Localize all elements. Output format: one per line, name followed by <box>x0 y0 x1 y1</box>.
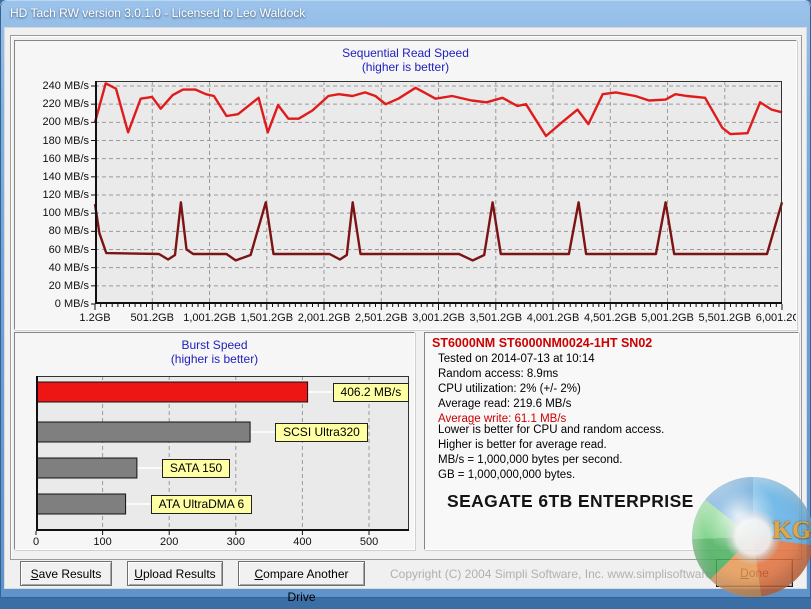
drive-stat-line: Average read: 219.6 MB/s <box>438 398 572 410</box>
drive-stat-line: Tested on 2014-07-13 at 10:14 <box>438 353 595 365</box>
save-results-button[interactable]: Save Results <box>20 561 112 586</box>
burst-bar-label: SCSI Ultra320 <box>275 423 368 442</box>
app-window: { "window": { "title": "HD Tach RW versi… <box>0 0 811 604</box>
chart-note-line: GB = 1,000,000,000 bytes. <box>438 469 576 481</box>
seq-y-tick-label: 60 MB/s <box>48 243 89 256</box>
burst-bar-label: 406.2 MB/s <box>332 383 410 402</box>
chart-note-line: MB/s = 1,000,000 bytes per second. <box>438 454 623 466</box>
chart-note-line: Higher is better for average read. <box>438 439 607 451</box>
drive-stat-line: CPU utilization: 2% (+/- 2%) <box>438 383 581 395</box>
seq-y-tick-label: 200 MB/s <box>42 116 89 129</box>
seq-chart-title: Sequential Read Speed <box>342 46 469 60</box>
burst-speed-chart-panel: Burst Speed (higher is better) 406.2 MB/… <box>14 332 415 550</box>
seq-y-tick-label: 100 MB/s <box>42 207 89 220</box>
sequential-read-plot <box>91 81 784 310</box>
copyright-text: Copyright (C) 2004 Simpli Software, Inc.… <box>390 567 739 581</box>
burst-bar-label: SATA 150 <box>161 459 231 478</box>
save-results-label: Save Results <box>30 567 102 581</box>
burst-bar <box>36 493 127 515</box>
seq-y-tick-label: 240 MB/s <box>42 80 89 92</box>
drive-marketing-name: SEAGATE 6TB ENTERPRISE <box>447 491 694 511</box>
burst-bar <box>36 381 309 403</box>
drive-info-panel: ST6000NM ST6000NM0024-1HT SN02 Tested on… <box>424 332 799 550</box>
done-button[interactable]: Done <box>716 559 793 587</box>
seq-y-tick-label: 80 MB/s <box>48 225 89 238</box>
done-label: Done <box>740 565 769 580</box>
seq-y-tick-label: 20 MB/s <box>48 279 89 292</box>
seq-y-tick-label: 0 MB/s <box>54 298 89 310</box>
compare-another-drive-label: Compare Another Drive <box>254 567 349 604</box>
seq-y-tick-label: 40 MB/s <box>48 261 89 274</box>
burst-x-tick-label: 500 <box>359 536 379 548</box>
seq-y-tick-label: 220 MB/s <box>42 98 89 111</box>
window-title: HD Tach RW version 3.0.1.0 - Licensed to… <box>10 6 306 20</box>
burst-bar <box>36 421 251 443</box>
drive-model-title: ST6000NM ST6000NM0024-1HT SN02 <box>432 336 653 350</box>
seq-y-tick-label: 160 MB/s <box>42 152 89 165</box>
sequential-read-chart-panel: Sequential Read Speed (higher is better)… <box>14 40 797 330</box>
burst-bar-label: ATA UltraDMA 6 <box>150 495 253 514</box>
compare-another-drive-button[interactable]: Compare Another Drive <box>238 561 365 604</box>
seq-chart-subtitle: (higher is better) <box>361 60 450 74</box>
seq-y-tick-label: 140 MB/s <box>42 170 89 183</box>
upload-results-button[interactable]: Upload Results <box>127 561 223 586</box>
upload-results-label: Upload Results <box>134 567 216 581</box>
seq-x-tick-label: 6,001.2GB <box>755 312 796 324</box>
client-area: Sequential Read Speed (higher is better)… <box>4 27 807 604</box>
burst-bar <box>36 457 138 479</box>
burst-chart-title: Burst Speed <box>181 338 248 352</box>
chart-note-line: Lower is better for CPU and random acces… <box>438 424 665 436</box>
titlebar[interactable]: HD Tach RW version 3.0.1.0 - Licensed to… <box>0 0 811 27</box>
seq-y-tick-label: 180 MB/s <box>42 134 89 147</box>
burst-chart-subtitle: (higher is better) <box>170 352 259 366</box>
drive-stat-line: Random access: 8.9ms <box>438 368 559 380</box>
seq-y-tick-label: 120 MB/s <box>42 189 89 201</box>
